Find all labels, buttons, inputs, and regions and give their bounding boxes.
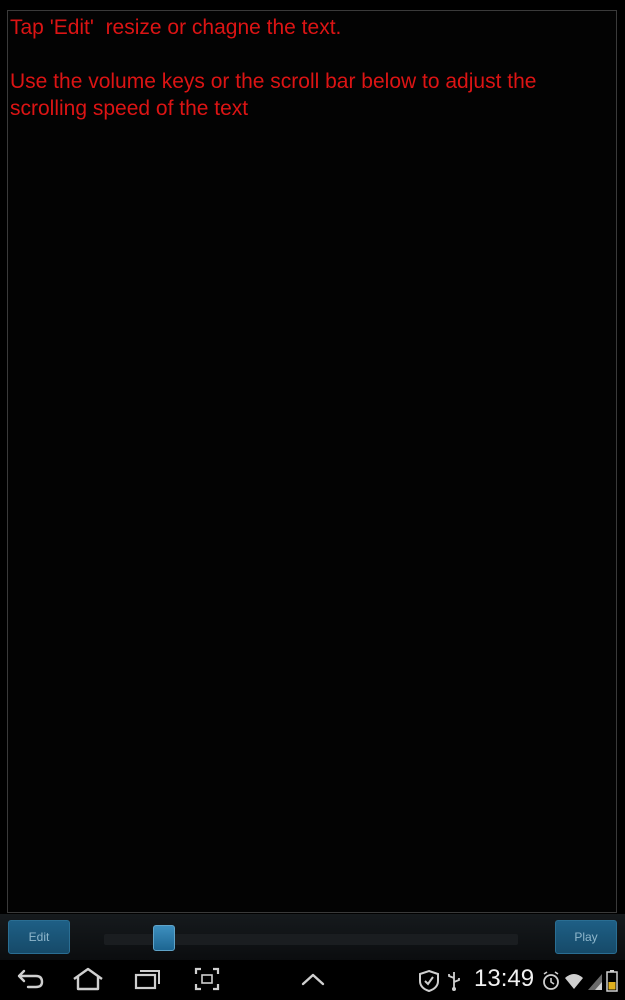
up-chevron-icon[interactable] (300, 966, 326, 992)
signal-icon (588, 974, 602, 990)
edit-button[interactable]: Edit (8, 920, 70, 954)
screenshot-icon[interactable] (193, 966, 221, 992)
prompt-text: Tap 'Edit' resize or chagne the text. Us… (10, 16, 537, 120)
play-button[interactable]: Play (555, 920, 617, 954)
control-bar: Edit Play (0, 914, 625, 960)
battery-icon (606, 970, 618, 992)
back-icon[interactable] (16, 966, 46, 992)
wifi-icon (565, 974, 583, 989)
speed-slider-thumb[interactable] (153, 925, 175, 951)
security-shield-icon (419, 969, 439, 993)
home-icon[interactable] (71, 966, 105, 992)
recent-apps-icon[interactable] (132, 966, 162, 992)
teleprompter-text-area[interactable]: Tap 'Edit' resize or chagne the text. Us… (7, 10, 617, 913)
alarm-icon (543, 971, 559, 990)
usb-icon (448, 972, 460, 991)
system-navigation-bar: 13:49 (0, 960, 625, 1000)
clock: 13:49 (474, 965, 535, 992)
speed-slider[interactable] (104, 925, 518, 951)
